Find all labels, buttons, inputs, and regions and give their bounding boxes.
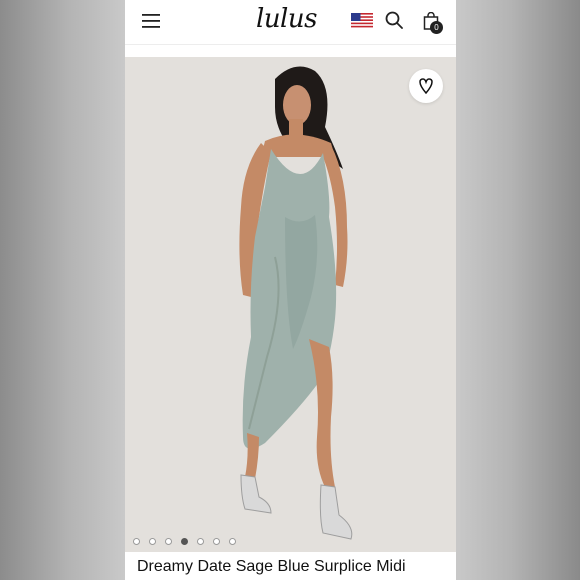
product-image[interactable] <box>125 57 456 552</box>
site-header: lulus 0 <box>125 0 456 45</box>
wishlist-button[interactable] <box>409 69 443 103</box>
menu-button[interactable] <box>139 9 163 33</box>
product-image-gallery[interactable] <box>125 57 456 552</box>
product-title: Dreamy Date Sage Blue Surplice Midi <box>137 558 406 575</box>
shopping-bag-button[interactable]: 0 <box>418 8 444 34</box>
gallery-dot[interactable] <box>149 538 156 545</box>
bag-count-badge: 0 <box>430 21 443 34</box>
search-button[interactable] <box>383 9 405 31</box>
gallery-dot[interactable] <box>133 538 140 545</box>
gallery-dot[interactable] <box>165 538 172 545</box>
search-icon <box>385 11 403 29</box>
app-frame: lulus 0 Dreamy Date Sage Blue Surplice M… <box>125 0 456 580</box>
gallery-dot[interactable] <box>213 538 220 545</box>
region-selector[interactable] <box>351 12 373 30</box>
gallery-dot[interactable] <box>197 538 204 545</box>
us-flag-icon <box>351 13 373 29</box>
gallery-dot[interactable] <box>229 538 236 545</box>
gallery-pagination <box>133 538 236 545</box>
gallery-dot-active[interactable] <box>181 538 188 545</box>
heart-icon <box>419 78 433 95</box>
site-logo[interactable]: lulus <box>256 4 317 34</box>
hamburger-menu-icon <box>142 14 160 28</box>
